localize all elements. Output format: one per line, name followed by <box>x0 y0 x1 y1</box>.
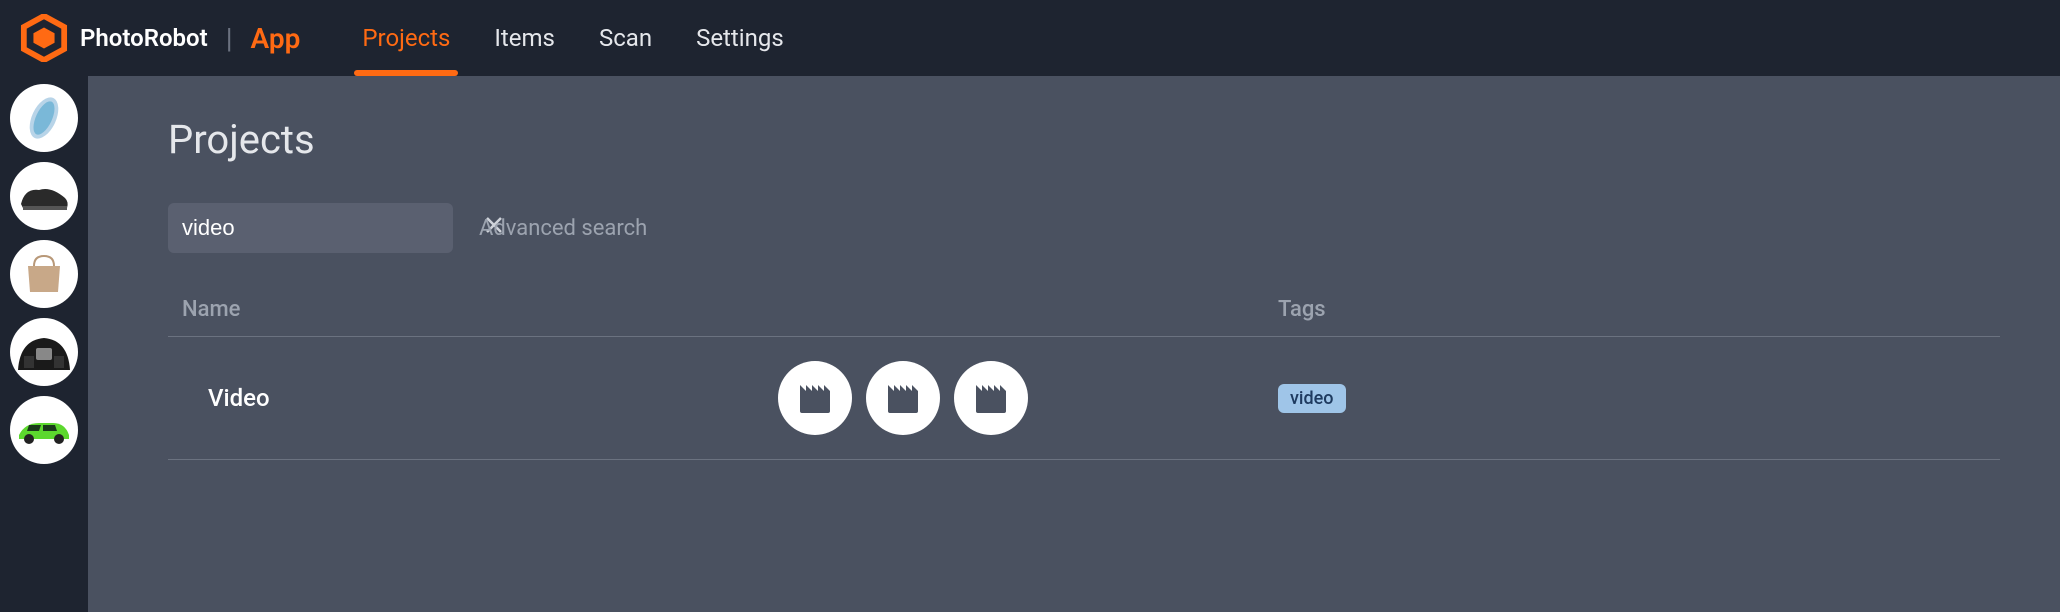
nav-settings[interactable]: Settings <box>696 0 784 76</box>
clapperboard-icon <box>886 383 920 413</box>
advanced-search-link[interactable]: Advanced search <box>479 216 647 241</box>
sidebar-thumb-green-car[interactable] <box>10 396 78 464</box>
sidebar-thumb-car-interior[interactable] <box>10 318 78 386</box>
table-header: Name Tags <box>168 283 2000 337</box>
row-thumb[interactable] <box>778 361 852 435</box>
column-header-tags[interactable]: Tags <box>1278 297 1326 322</box>
sidebar-thumb-handbag[interactable] <box>10 240 78 308</box>
body: Projects Advanced search Name Tags Video <box>0 76 2060 612</box>
brand[interactable]: PhotoRobot | App <box>20 14 300 62</box>
search-row: Advanced search <box>168 203 2000 253</box>
main-nav: Projects Items Scan Settings <box>362 0 783 76</box>
brand-separator: | <box>226 22 233 55</box>
column-header-name[interactable]: Name <box>168 297 1278 322</box>
clapperboard-icon <box>974 383 1008 413</box>
row-tags: video <box>1278 388 1346 409</box>
nav-scan[interactable]: Scan <box>599 0 652 76</box>
row-name: Video <box>168 384 778 412</box>
row-thumb[interactable] <box>954 361 1028 435</box>
brand-name: PhotoRobot <box>80 24 208 52</box>
main-content: Projects Advanced search Name Tags Video <box>88 76 2060 612</box>
search-box <box>168 203 453 253</box>
clapperboard-icon <box>798 383 832 413</box>
page-title: Projects <box>168 116 2000 163</box>
row-thumbnails <box>778 361 1278 435</box>
tag-badge[interactable]: video <box>1278 384 1346 413</box>
sidebar-thumb-shoe-sole[interactable] <box>10 84 78 152</box>
row-thumb[interactable] <box>866 361 940 435</box>
nav-projects[interactable]: Projects <box>362 0 450 76</box>
header: PhotoRobot | App Projects Items Scan Set… <box>0 0 2060 76</box>
logo-icon <box>20 14 68 62</box>
nav-items[interactable]: Items <box>494 0 555 76</box>
sidebar <box>0 76 88 612</box>
table-row[interactable]: Video video <box>168 337 2000 460</box>
sidebar-thumb-sneaker[interactable] <box>10 162 78 230</box>
search-input[interactable] <box>182 215 470 241</box>
brand-app: App <box>251 22 301 55</box>
